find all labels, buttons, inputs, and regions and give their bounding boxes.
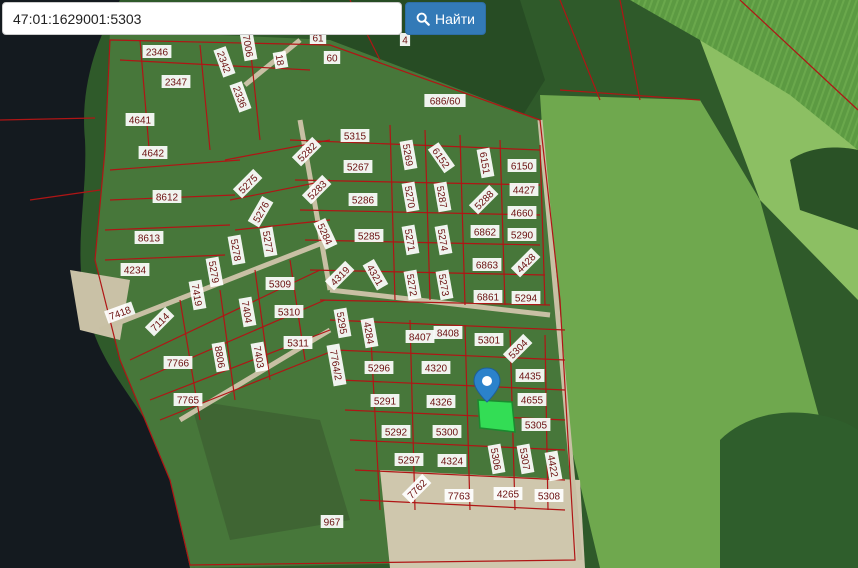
parcel-label[interactable]: 6863	[472, 258, 502, 272]
parcel-label[interactable]: 4265	[493, 487, 523, 501]
parcel-label[interactable]: 4326	[426, 395, 456, 409]
svg-text:5296: 5296	[368, 364, 391, 375]
svg-text:5297: 5297	[398, 456, 421, 467]
svg-text:8408: 8408	[437, 329, 460, 340]
parcel-label[interactable]: 4	[399, 33, 411, 47]
svg-text:4: 4	[402, 36, 408, 47]
svg-text:4234: 4234	[124, 266, 147, 277]
svg-text:5294: 5294	[515, 294, 538, 305]
selected-parcel[interactable]	[477, 399, 516, 433]
parcel-label[interactable]: 967	[320, 515, 344, 529]
svg-text:5290: 5290	[511, 231, 534, 242]
svg-text:4435: 4435	[519, 372, 542, 383]
parcel-label[interactable]: 5294	[511, 291, 541, 305]
parcel-label[interactable]: 5300	[432, 425, 462, 439]
parcel-label[interactable]: 7765	[173, 393, 203, 407]
parcel-label[interactable]: 5309	[265, 277, 295, 291]
parcel-label[interactable]: 4641	[125, 113, 155, 127]
svg-text:5300: 5300	[436, 428, 459, 439]
cadastral-map[interactable]: 2346234723422336700618616044641464286128…	[0, 0, 858, 568]
search-icon	[416, 12, 430, 26]
parcel-label[interactable]: 5297	[394, 453, 424, 467]
parcel-label[interactable]: 5315	[340, 129, 370, 143]
svg-text:686/60: 686/60	[430, 97, 461, 108]
svg-text:7765: 7765	[177, 396, 200, 407]
parcel-label[interactable]: 4435	[515, 369, 545, 383]
svg-text:5311: 5311	[287, 339, 309, 350]
parcel-label[interactable]: 18	[272, 50, 289, 70]
parcel-label[interactable]: 8612	[152, 190, 182, 204]
parcel-label[interactable]: 4234	[120, 263, 150, 277]
svg-text:5286: 5286	[352, 196, 375, 207]
svg-text:5292: 5292	[385, 428, 408, 439]
svg-text:4320: 4320	[425, 364, 448, 375]
parcel-label[interactable]: 5301	[474, 333, 504, 347]
parcel-label[interactable]: 5292	[381, 425, 411, 439]
svg-text:6861: 6861	[477, 293, 500, 304]
svg-text:60: 60	[326, 54, 338, 65]
parcel-label[interactable]: 5285	[354, 229, 384, 243]
svg-text:967: 967	[324, 518, 341, 529]
parcel-label[interactable]: 4427	[509, 183, 539, 197]
parcel-label[interactable]: 6861	[473, 290, 503, 304]
parcel-label[interactable]: 5291	[370, 394, 400, 408]
parcel-label[interactable]: 6862	[470, 225, 500, 239]
svg-text:4324: 4324	[441, 457, 464, 468]
svg-text:5310: 5310	[278, 308, 301, 319]
svg-text:5301: 5301	[478, 336, 501, 347]
svg-text:61: 61	[312, 34, 324, 45]
search-button[interactable]: Найти	[405, 2, 486, 35]
svg-text:6862: 6862	[474, 228, 497, 239]
search-button-label: Найти	[435, 10, 475, 27]
svg-text:4655: 4655	[521, 396, 544, 407]
svg-text:4427: 4427	[513, 186, 536, 197]
parcel-label[interactable]: 4655	[517, 393, 547, 407]
svg-text:8407: 8407	[409, 333, 432, 344]
svg-text:6863: 6863	[476, 261, 499, 272]
svg-text:5315: 5315	[344, 132, 367, 143]
svg-text:5309: 5309	[269, 280, 292, 291]
parcel-label[interactable]: 686/60	[424, 94, 466, 108]
parcel-label[interactable]: 8408	[433, 326, 463, 340]
svg-text:7763: 7763	[448, 492, 471, 503]
parcel-label[interactable]: 5290	[507, 228, 537, 242]
svg-text:2346: 2346	[146, 48, 169, 59]
parcel-label[interactable]: 7766	[163, 356, 193, 370]
parcel-label[interactable]: 4642	[138, 146, 168, 160]
svg-text:5305: 5305	[525, 421, 548, 432]
svg-text:5291: 5291	[374, 397, 397, 408]
parcel-label[interactable]: 4320	[421, 361, 451, 375]
parcel-label[interactable]: 8407	[405, 330, 435, 344]
parcel-label[interactable]: 5296	[364, 361, 394, 375]
parcel-label[interactable]: 5308	[534, 489, 564, 503]
svg-text:8613: 8613	[138, 234, 161, 245]
parcel-label[interactable]: 4660	[507, 206, 537, 220]
parcel-label[interactable]: 5267	[343, 160, 373, 174]
svg-text:6150: 6150	[511, 162, 534, 173]
svg-text:4326: 4326	[430, 398, 453, 409]
parcel-label[interactable]: 5310	[274, 305, 304, 319]
svg-text:5267: 5267	[347, 163, 370, 174]
parcel-label[interactable]: 7763	[444, 489, 474, 503]
search-input[interactable]	[2, 2, 402, 35]
parcel-label[interactable]: 60	[323, 51, 341, 65]
parcel-label[interactable]: 8613	[134, 231, 164, 245]
parcel-label[interactable]: 6150	[507, 159, 537, 173]
svg-text:7766: 7766	[167, 359, 190, 370]
parcel-label[interactable]: 2347	[161, 75, 191, 89]
parcel-label[interactable]: 4324	[437, 454, 467, 468]
svg-text:5285: 5285	[358, 232, 381, 243]
parcel-label[interactable]: 5311	[283, 336, 313, 350]
svg-text:4660: 4660	[511, 209, 534, 220]
svg-text:4265: 4265	[497, 490, 520, 501]
svg-text:8612: 8612	[156, 193, 179, 204]
parcel-label[interactable]: 2346	[142, 45, 172, 59]
svg-text:4641: 4641	[129, 116, 152, 127]
parcel-label[interactable]: 5305	[521, 418, 551, 432]
svg-text:4642: 4642	[142, 149, 165, 160]
svg-text:2347: 2347	[165, 78, 188, 89]
parcel-label[interactable]: 5286	[348, 193, 378, 207]
svg-text:5308: 5308	[538, 492, 561, 503]
